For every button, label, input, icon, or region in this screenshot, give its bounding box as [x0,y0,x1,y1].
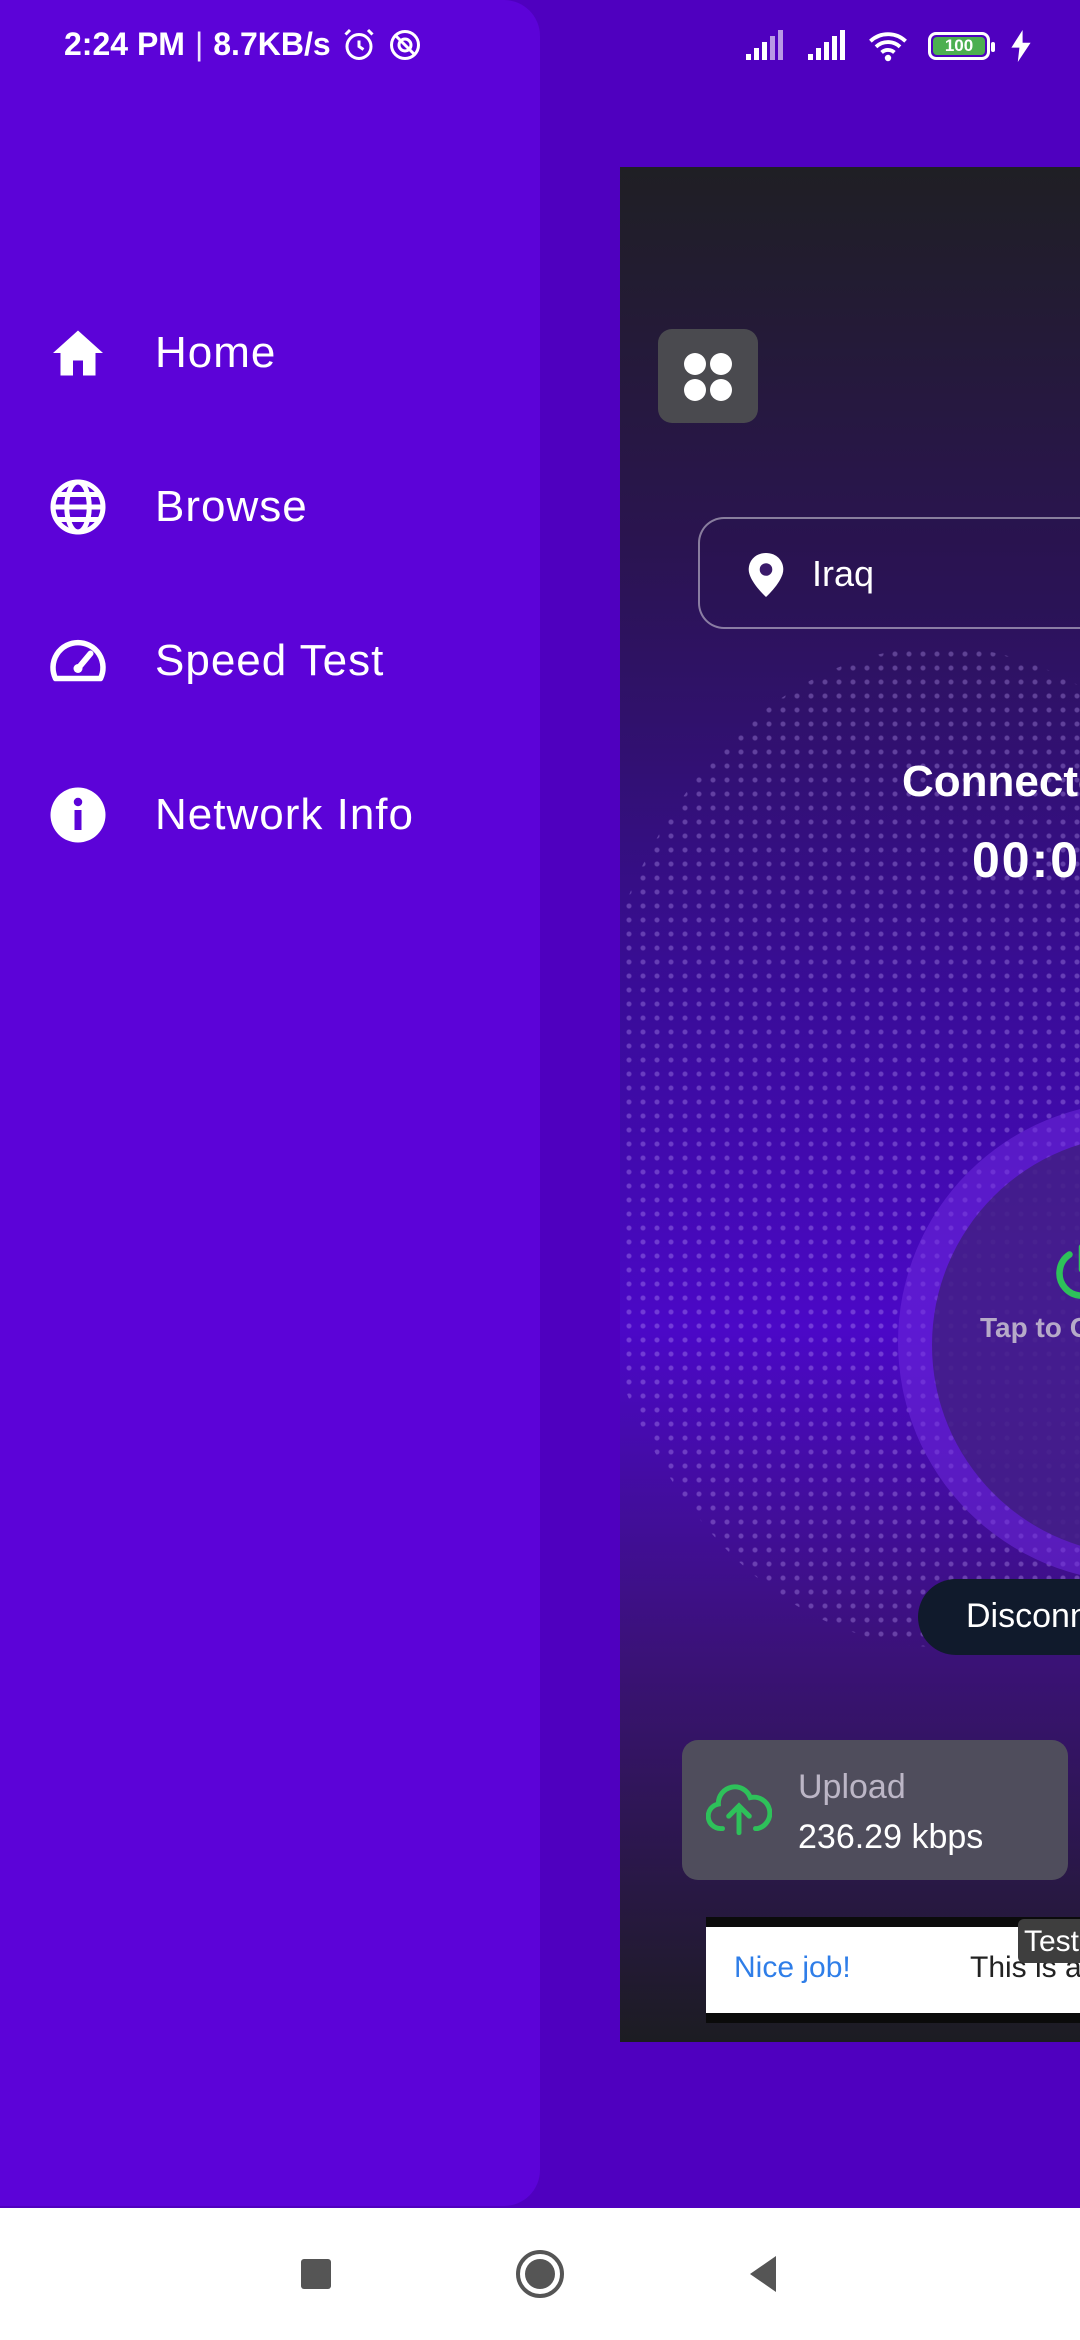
drawer-item-label: Network Info [155,790,414,839]
info-icon [50,787,106,843]
connection-timer: 00:00:00 [972,832,1080,888]
menu-grid-button[interactable] [658,329,758,423]
connection-status-title: Connected [902,757,1080,806]
drawer-item-network-info[interactable]: Network Info [0,760,540,870]
status-net-speed: 8.7KB/s [213,26,331,62]
status-left: 2:24 PM | 8.7KB/s [64,26,423,63]
test-ad-label: Test [1024,1925,1080,1958]
home-nav-icon[interactable] [510,2244,570,2304]
charging-icon [1011,30,1031,62]
tap-to-connect-text: Tap to Connect [980,1312,1080,1343]
power-icon [1056,1244,1080,1299]
navigation-drawer: Home Browse Speed Test Network Info [0,0,540,2206]
ad-title: Nice job! [734,1951,851,1984]
back-icon[interactable] [734,2244,794,2304]
drawer-item-label: Home [155,328,277,377]
no-disturb-icon [389,29,420,60]
disconnect-label: Disconnect [966,1597,1080,1635]
drawer-item-speed-test[interactable]: Speed Test [0,606,540,716]
drawer-item-browse[interactable]: Browse [0,452,540,562]
location-pin-icon [748,553,784,597]
wifi-icon [869,32,907,62]
app-main-screen: Iraq Connected 00:00:00 Tap to Connect D… [620,167,1080,2042]
status-bar: 2:24 PM | 8.7KB/s 100 [0,0,1080,96]
signal-icon [746,30,783,60]
cloud-upload-icon [706,1784,772,1836]
upload-value: 236.29 kbps [798,1818,984,1856]
recent-apps-icon[interactable] [286,2244,346,2304]
status-separator: | [194,26,204,62]
drawer-item-home[interactable]: Home [0,298,540,408]
home-icon [53,330,103,376]
upload-stat-card: Upload 236.29 kbps [682,1740,1068,1880]
globe-icon [50,479,106,535]
drawer-item-label: Speed Test [155,636,385,685]
speedometer-icon [50,639,106,682]
system-navigation-bar [0,2208,1080,2340]
status-time: 2:24 PM [64,26,185,62]
battery-icon: 100 [928,32,995,60]
battery-level: 100 [944,36,974,55]
drawer-item-label: Browse [155,482,308,531]
disconnect-button[interactable]: Disconnect [918,1579,1080,1655]
upload-label: Upload [798,1768,906,1806]
location-selector[interactable]: Iraq [698,517,1080,629]
test-ad-tag: Test [1018,1919,1080,1963]
alarm-icon [344,28,374,60]
signal-icon [808,30,845,60]
status-right: 100 [744,30,1032,62]
location-name: Iraq [812,553,875,594]
